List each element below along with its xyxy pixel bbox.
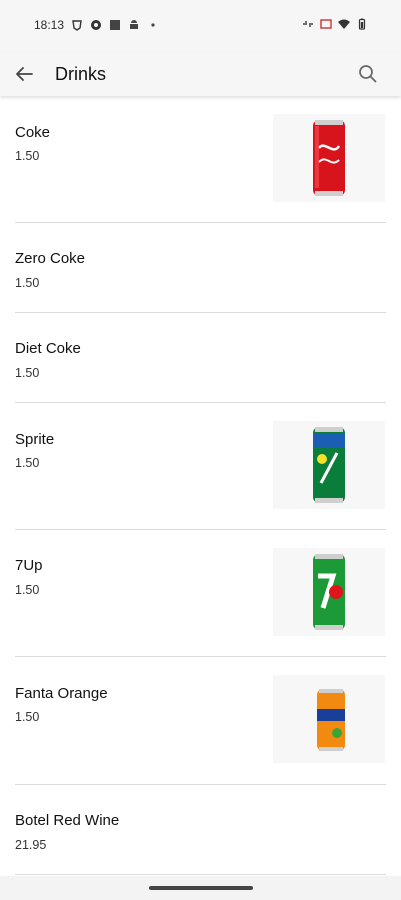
gesture-nav-bar (0, 876, 401, 900)
list-item[interactable]: Coke 1.50 (0, 96, 401, 223)
7up-can-image (273, 548, 385, 636)
item-price: 21.95 (15, 838, 47, 852)
item-price: 1.50 (15, 149, 40, 163)
divider (15, 874, 386, 875)
cast-icon (320, 19, 332, 29)
status-bar: 18:13 (0, 0, 401, 52)
coke-can-image (273, 114, 385, 202)
list-item[interactable]: Fanta Orange 1.50 (0, 657, 401, 785)
item-price: 1.50 (15, 456, 40, 470)
sprite-can-image (273, 421, 385, 509)
vpn-key-icon (72, 20, 82, 31)
list-item[interactable]: Zero Coke 1.50 (0, 223, 401, 313)
item-name: Sprite (15, 431, 55, 448)
list-item[interactable]: Diet Coke 1.50 (0, 313, 401, 403)
dot-icon (151, 23, 155, 27)
item-name: 7Up (15, 557, 43, 574)
item-name: Zero Coke (15, 250, 86, 267)
list-item[interactable]: Sprite 1.50 (0, 403, 401, 530)
wifi-icon (338, 19, 350, 29)
battery-icon (358, 18, 366, 30)
item-name: Fanta Orange (15, 685, 108, 702)
settings-icon (91, 20, 102, 30)
link-icon (303, 21, 313, 27)
item-name: Coke (15, 124, 51, 141)
fanta-can-image (273, 675, 385, 763)
android-icon (130, 20, 139, 29)
search-icon[interactable] (357, 63, 379, 85)
item-price: 1.50 (15, 710, 40, 724)
item-price: 1.50 (15, 276, 40, 290)
square-app-icon (110, 20, 121, 30)
item-price: 1.50 (15, 366, 40, 380)
item-name: Botel Red Wine (15, 812, 120, 829)
list-item[interactable]: 7Up 1.50 (0, 530, 401, 657)
item-price: 1.50 (15, 583, 40, 597)
arrow-left-icon[interactable] (12, 62, 36, 86)
list-item[interactable]: Botel Red Wine 21.95 (0, 785, 401, 875)
page-title: Drinks (55, 64, 107, 84)
home-handle[interactable] (149, 886, 253, 890)
item-name: Diet Coke (15, 340, 81, 357)
app-bar: Drinks (0, 52, 401, 96)
status-time: 18:13 (34, 18, 65, 32)
